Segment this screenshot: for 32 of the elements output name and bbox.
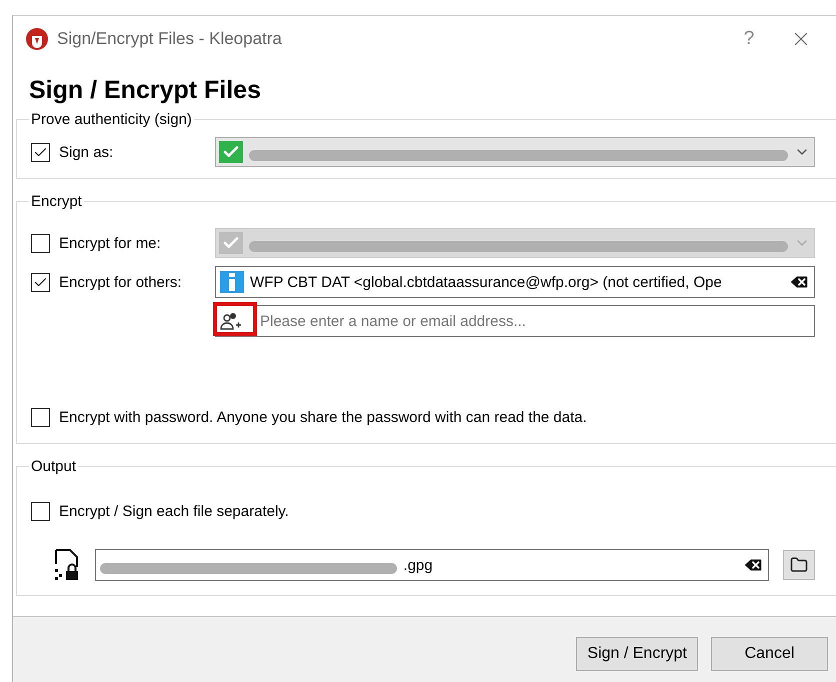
checkbox-label: Sign as:	[59, 144, 114, 160]
path-suffix: .gpg	[403, 556, 433, 574]
help-button[interactable]: ?	[728, 28, 770, 50]
checkbox[interactable]	[31, 502, 50, 520]
checkbox[interactable]	[31, 408, 50, 426]
info-icon	[220, 271, 244, 293]
checkbox-label: Encrypt with password. Anyone you share the password with can read the data.	[59, 408, 587, 426]
browse-button[interactable]	[783, 550, 815, 580]
recipient-text: WFP CBT DAT <global.cbtdataassurance@wfp.org> (not certified, Ope	[250, 274, 723, 290]
check-icon	[219, 232, 243, 254]
checkbox[interactable]	[31, 142, 50, 162]
group-title: Output	[30, 458, 78, 475]
checkbox-label: Encrypt for me:	[59, 234, 161, 252]
sign-encrypt-button[interactable]: Sign / Encrypt	[576, 637, 698, 671]
folder-icon	[790, 556, 808, 574]
checkbox[interactable]	[31, 272, 50, 292]
dialog-heading: Sign / Encrypt Files	[29, 76, 262, 105]
output-path-field[interactable]: .gpg	[95, 549, 769, 581]
check-icon	[219, 141, 243, 163]
checkbox-label: Encrypt for others:	[59, 274, 182, 290]
recipient-input[interactable]: Please enter a name or email address...	[258, 312, 810, 330]
group-title: Encrypt	[30, 193, 83, 210]
add-people-icon[interactable]	[220, 311, 242, 331]
group-title: Prove authenticity (sign)	[30, 111, 193, 128]
recipient-field[interactable]: WFP CBT DAT <global.cbtdataassurance@wfp.org> (not certified, Ope	[215, 266, 815, 298]
recipient-search-field[interactable]: Please enter a name or email address...	[215, 305, 815, 337]
app-logo-icon	[25, 27, 49, 51]
highlight-frame	[213, 302, 257, 336]
checkbox-label: Encrypt / Sign each file separately.	[59, 502, 289, 520]
encrypted-file-icon	[53, 549, 81, 581]
window-title: Sign/Encrypt Files - Kleopatra	[57, 29, 283, 49]
cancel-button[interactable]: Cancel	[711, 637, 828, 671]
